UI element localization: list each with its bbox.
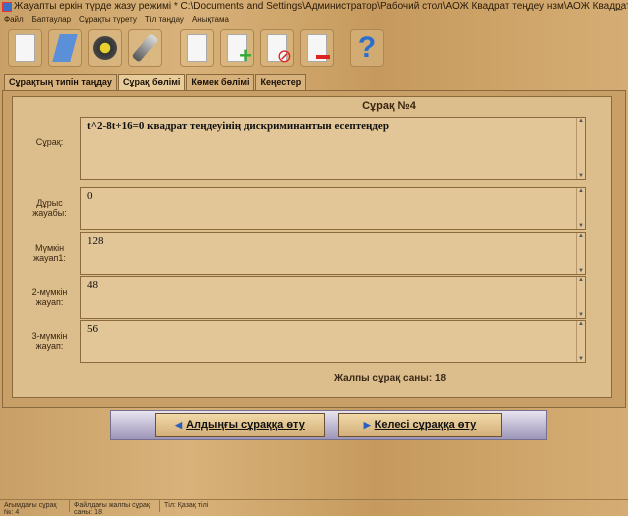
arrow-left-icon: ◀ [175, 419, 183, 430]
question-heading: Сұрақ №4 [362, 100, 416, 112]
usb-drive-icon [131, 33, 159, 63]
cancel-button[interactable]: ⊘ [260, 29, 294, 67]
status-language: Тіл: Қазақ тілі [164, 502, 209, 509]
help-button[interactable]: ? [350, 29, 384, 67]
scrollbar[interactable]: ▲ ▼ [576, 233, 585, 274]
cancel-document-icon: ⊘ [267, 34, 292, 65]
status-bar: Ағымдағы сұрақ №: 4 Файлдағы жалпы сұрақ… [0, 499, 628, 516]
tab-help-section[interactable]: Көмек бөлімі [186, 74, 255, 90]
scrollbar[interactable]: ▲ ▼ [576, 118, 585, 179]
correct-answer-text: 0 [87, 190, 93, 202]
edit-document-icon [187, 34, 207, 62]
tab-tips[interactable]: Кеңестер [255, 74, 307, 90]
previous-question-button[interactable]: ◀ Алдыңғы сұраққа өту [155, 413, 325, 437]
menu-question-type[interactable]: Сұрақты түрету [79, 14, 137, 26]
scrollbar[interactable]: ▲ ▼ [576, 188, 585, 229]
answer2-input[interactable]: 48 ▲ ▼ [80, 276, 586, 319]
next-label: Келесі сұраққа өту [374, 419, 477, 431]
menu-bar: Файл Баптаулар Сұрақты түрету Тіл таңдау… [0, 14, 229, 26]
window-title: Жауапты еркін түрде жазу режимі * C:\Doc… [14, 1, 628, 12]
menu-help[interactable]: Анықтама [192, 14, 229, 26]
menu-file[interactable]: Файл [4, 14, 24, 26]
minimize-button[interactable]: _ [616, 0, 622, 11]
edit-button[interactable] [180, 29, 214, 67]
delete-question-button[interactable] [300, 29, 334, 67]
status-current-question: Ағымдағы сұрақ №: 4 [0, 500, 70, 516]
save-disk-icon [93, 36, 117, 60]
save-button[interactable] [88, 29, 122, 67]
question-text: t^2-8t+16=0 квадрат теңдеуінің дискримин… [87, 120, 389, 132]
menu-settings[interactable]: Баптаулар [32, 14, 71, 26]
answer2-text: 48 [87, 279, 98, 291]
question-label: Сұрақ: [35, 137, 64, 147]
scrollbar[interactable]: ▲ ▼ [576, 321, 585, 362]
new-file-button[interactable] [8, 29, 42, 67]
next-question-button[interactable]: ▶ Келесі сұраққа өту [338, 413, 502, 437]
answer1-text: 128 [87, 235, 104, 247]
help-icon: ? [357, 31, 377, 64]
answer3-input[interactable]: 56 ▲ ▼ [80, 320, 586, 363]
answer2-label: 2-мүмкін жауап: [31, 287, 68, 307]
correct-answer-label: Дұрыс жауабы: [32, 198, 67, 218]
status-total-questions: Файлдағы жалпы сұрақ саны: 18 [70, 500, 160, 516]
tab-bar: Сұрақтың типін таңдау Сұрақ бөлімі Көмек… [4, 74, 307, 91]
scrollbar[interactable]: ▲ ▼ [576, 277, 585, 318]
previous-label: Алдыңғы сұраққа өту [186, 419, 305, 431]
correct-answer-input[interactable]: 0 ▲ ▼ [80, 187, 586, 230]
answer1-input[interactable]: 128 ▲ ▼ [80, 232, 586, 275]
toolbar: + ⊘ ? [0, 27, 628, 71]
add-document-icon: + [227, 34, 252, 67]
answer3-label: 3-мүмкін жауап: [31, 331, 68, 351]
tab-question-section[interactable]: Сұрақ бөлімі [117, 74, 186, 91]
tab-question-type[interactable]: Сұрақтың типін таңдау [4, 74, 117, 90]
answer3-text: 56 [87, 323, 98, 335]
open-folder-icon [52, 34, 78, 62]
arrow-right-icon: ▶ [363, 419, 371, 430]
new-file-icon [15, 34, 35, 62]
total-questions: Жалпы сұрақ саны: 18 [334, 373, 447, 384]
question-input[interactable]: t^2-8t+16=0 квадрат теңдеуінің дискримин… [80, 117, 586, 180]
export-button[interactable] [128, 29, 162, 67]
answer1-label: Мүмкін жауап1: [33, 243, 66, 263]
remove-document-icon [307, 34, 330, 62]
menu-language[interactable]: Тіл таңдау [145, 14, 184, 26]
add-question-button[interactable]: + [220, 29, 254, 67]
open-button[interactable] [48, 29, 82, 67]
